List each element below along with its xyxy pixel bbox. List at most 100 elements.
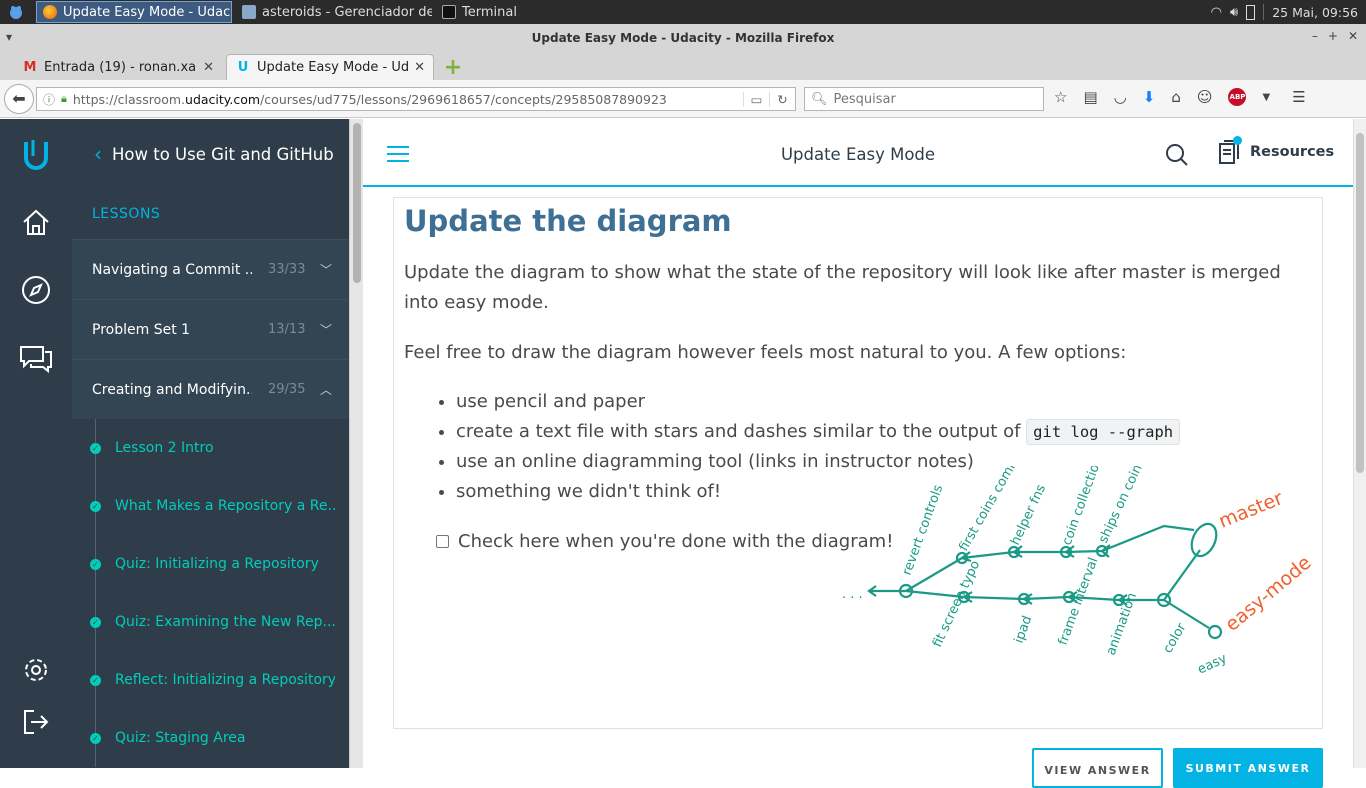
page-scrollbar[interactable] (1353, 119, 1366, 768)
lock-icon[interactable]: 🔒︎ (61, 92, 67, 106)
chat-icon[interactable]: ☺ (1197, 88, 1213, 106)
folder-icon (242, 5, 256, 19)
wifi-icon[interactable]: ◠ (1211, 5, 1222, 20)
list-item: use pencil and paper (456, 387, 1180, 417)
taskbar-item-file-manager[interactable]: asteroids - Gerenciador de ... (236, 1, 432, 23)
concept-item[interactable]: ✓ Quiz: Staging Area (72, 709, 349, 767)
sidebar-scrollbar[interactable] (349, 119, 363, 768)
info-icon[interactable]: ⓘ (43, 91, 55, 108)
scrollbar-thumb[interactable] (353, 123, 361, 283)
url-text[interactable]: https://classroom.udacity.com/courses/ud… (73, 92, 743, 107)
search-bar[interactable]: 🔍︎ Pesquisar (804, 87, 1044, 111)
separator (1263, 4, 1265, 20)
adblock-icon[interactable]: ABP (1228, 88, 1247, 106)
quiz-heading: Update the diagram (404, 204, 732, 238)
options-intro: Feel free to draw the diagram however fe… (404, 342, 1127, 363)
menu-icon[interactable]: ☰ (1292, 88, 1305, 106)
terminal-icon (442, 5, 456, 19)
concept-item[interactable]: ✓ Quiz: Examining the New Rep... (72, 593, 349, 651)
lesson-name: Navigating a Commit ... (92, 261, 252, 278)
window-titlebar: ▾ Update Easy Mode - Udacity - Mozilla F… (0, 24, 1366, 52)
inline-code: git log --graph (1026, 419, 1181, 445)
checkbox-label[interactable]: Check here when you're done with the dia… (458, 531, 893, 552)
concept-item[interactable]: ✓ Quiz: Initializing a Repository (72, 535, 349, 593)
done-checkbox[interactable] (436, 535, 449, 548)
url-bar[interactable]: ⓘ 🔒︎ https://classroom.udacity.com/cours… (36, 87, 796, 111)
diagram-ellipsis: . . . (842, 587, 863, 602)
concept-item[interactable]: ✓ Lesson 2 Intro (72, 419, 349, 477)
classroom-header: Update Easy Mode Resources (363, 119, 1353, 187)
back-button[interactable]: ⬅ (4, 83, 34, 114)
bookmark-star-icon[interactable]: ☆ (1054, 88, 1067, 106)
commit-label: helper fns (1008, 482, 1049, 548)
check-icon: ✓ (90, 732, 101, 744)
maximize-icon[interactable]: + (1328, 29, 1338, 43)
view-answer-button[interactable]: VIEW ANSWER (1032, 748, 1163, 788)
udacity-logo-icon[interactable] (18, 137, 54, 173)
lessons-sidebar: ‹ How to Use Git and GitHub LESSONS Navi… (72, 119, 349, 768)
chevron-down-icon: ﹀ (320, 323, 333, 337)
chat-bubbles-icon[interactable] (18, 340, 54, 376)
commit-label: animation (1104, 591, 1140, 658)
commit-label: easy (1195, 651, 1229, 678)
compass-icon[interactable] (18, 272, 54, 308)
tab-close-icon[interactable]: ✕ (414, 60, 425, 75)
bookmarks-list-icon[interactable]: ▤ (1083, 88, 1097, 106)
course-title: How to Use Git and GitHub (112, 144, 334, 164)
search-icon: 🔍︎ (811, 91, 828, 107)
new-tab-button[interactable]: + (442, 55, 464, 80)
window-menu-icon[interactable]: ▾ (6, 30, 12, 44)
reload-icon[interactable]: ↻ (769, 91, 795, 107)
notification-dot (1233, 136, 1242, 145)
tab-bar: M Entrada (19) - ronan.xa... ✕ U Update … (0, 52, 1366, 80)
settings-gear-icon[interactable] (18, 652, 54, 688)
lesson-item-expanded[interactable]: Creating and Modifyin... 29/35 ︿ (72, 359, 349, 419)
branch-label-master: master (1216, 487, 1287, 533)
navigation-toolbar: ⬅ ⓘ 🔒︎ https://classroom.udacity.com/cou… (0, 80, 1366, 118)
start-menu-button[interactable] (0, 1, 32, 23)
home-icon[interactable] (18, 204, 54, 240)
firefox-icon (43, 5, 57, 19)
close-icon[interactable]: ✕ (1348, 29, 1358, 43)
chevron-up-icon: ︿ (320, 383, 333, 397)
clock[interactable]: 25 Mai, 09:56 (1272, 5, 1358, 20)
gmail-icon: M (23, 59, 37, 75)
lesson-item[interactable]: Navigating a Commit ... 33/33 ﹀ (72, 239, 349, 299)
taskbar-item-terminal[interactable]: Terminal (436, 1, 523, 23)
window-controls: – + ✕ (1312, 29, 1358, 43)
chevron-down-icon[interactable]: ▼ (1262, 92, 1270, 103)
scrollbar-thumb[interactable] (1356, 133, 1364, 473)
page-title: Update Easy Mode (780, 145, 936, 164)
commit-diagram: . . . revert controls first coins commit… (842, 466, 1316, 678)
app-rail (0, 119, 72, 768)
chevron-left-icon: ‹ (94, 142, 102, 166)
concept-list: ✓ Lesson 2 Intro ✓ What Makes a Repository… (72, 419, 349, 767)
lesson-progress: 33/33 (268, 262, 306, 277)
resources-button[interactable]: Resources (1218, 136, 1334, 165)
pocket-icon[interactable]: ◡ (1114, 88, 1127, 106)
search-icon[interactable] (1165, 143, 1189, 171)
home-icon[interactable]: ⌂ (1171, 88, 1181, 106)
branch-label-easy-mode: easy-mode (1221, 552, 1315, 636)
tab-gmail[interactable]: M Entrada (19) - ronan.xa... ✕ (14, 54, 222, 80)
tab-udacity[interactable]: U Update Easy Mode - Ud... ✕ (226, 54, 434, 80)
volume-icon[interactable]: 🔊︎ (1230, 5, 1238, 20)
reader-view-icon[interactable]: ▭ (743, 91, 769, 107)
done-checkbox-row[interactable]: Check here when you're done with the dia… (436, 531, 893, 552)
submit-answer-button[interactable]: SUBMIT ANSWER (1173, 748, 1323, 788)
lesson-item[interactable]: Problem Set 1 13/13 ﹀ (72, 299, 349, 359)
os-taskbar: Update Easy Mode - Udaci... asteroids - … (0, 0, 1366, 24)
minimize-icon[interactable]: – (1312, 29, 1318, 43)
chevron-down-icon: ﹀ (320, 263, 333, 277)
download-icon[interactable]: ⬇ (1143, 88, 1156, 106)
logout-icon[interactable] (18, 704, 54, 740)
tab-close-icon[interactable]: ✕ (203, 60, 214, 75)
lesson-progress: 29/35 (268, 382, 306, 397)
taskbar-item-firefox[interactable]: Update Easy Mode - Udaci... (36, 1, 232, 23)
system-tray: ◠ 🔊︎ 25 Mai, 09:56 (1211, 4, 1366, 20)
battery-icon[interactable] (1246, 4, 1256, 20)
course-back-link[interactable]: ‹ How to Use Git and GitHub (72, 119, 349, 189)
commit-label: revert controls (900, 483, 947, 578)
concept-item[interactable]: ✓ What Makes a Repository a Re... (72, 477, 349, 535)
concept-item[interactable]: ✓ Reflect: Initializing a Repository (72, 651, 349, 709)
